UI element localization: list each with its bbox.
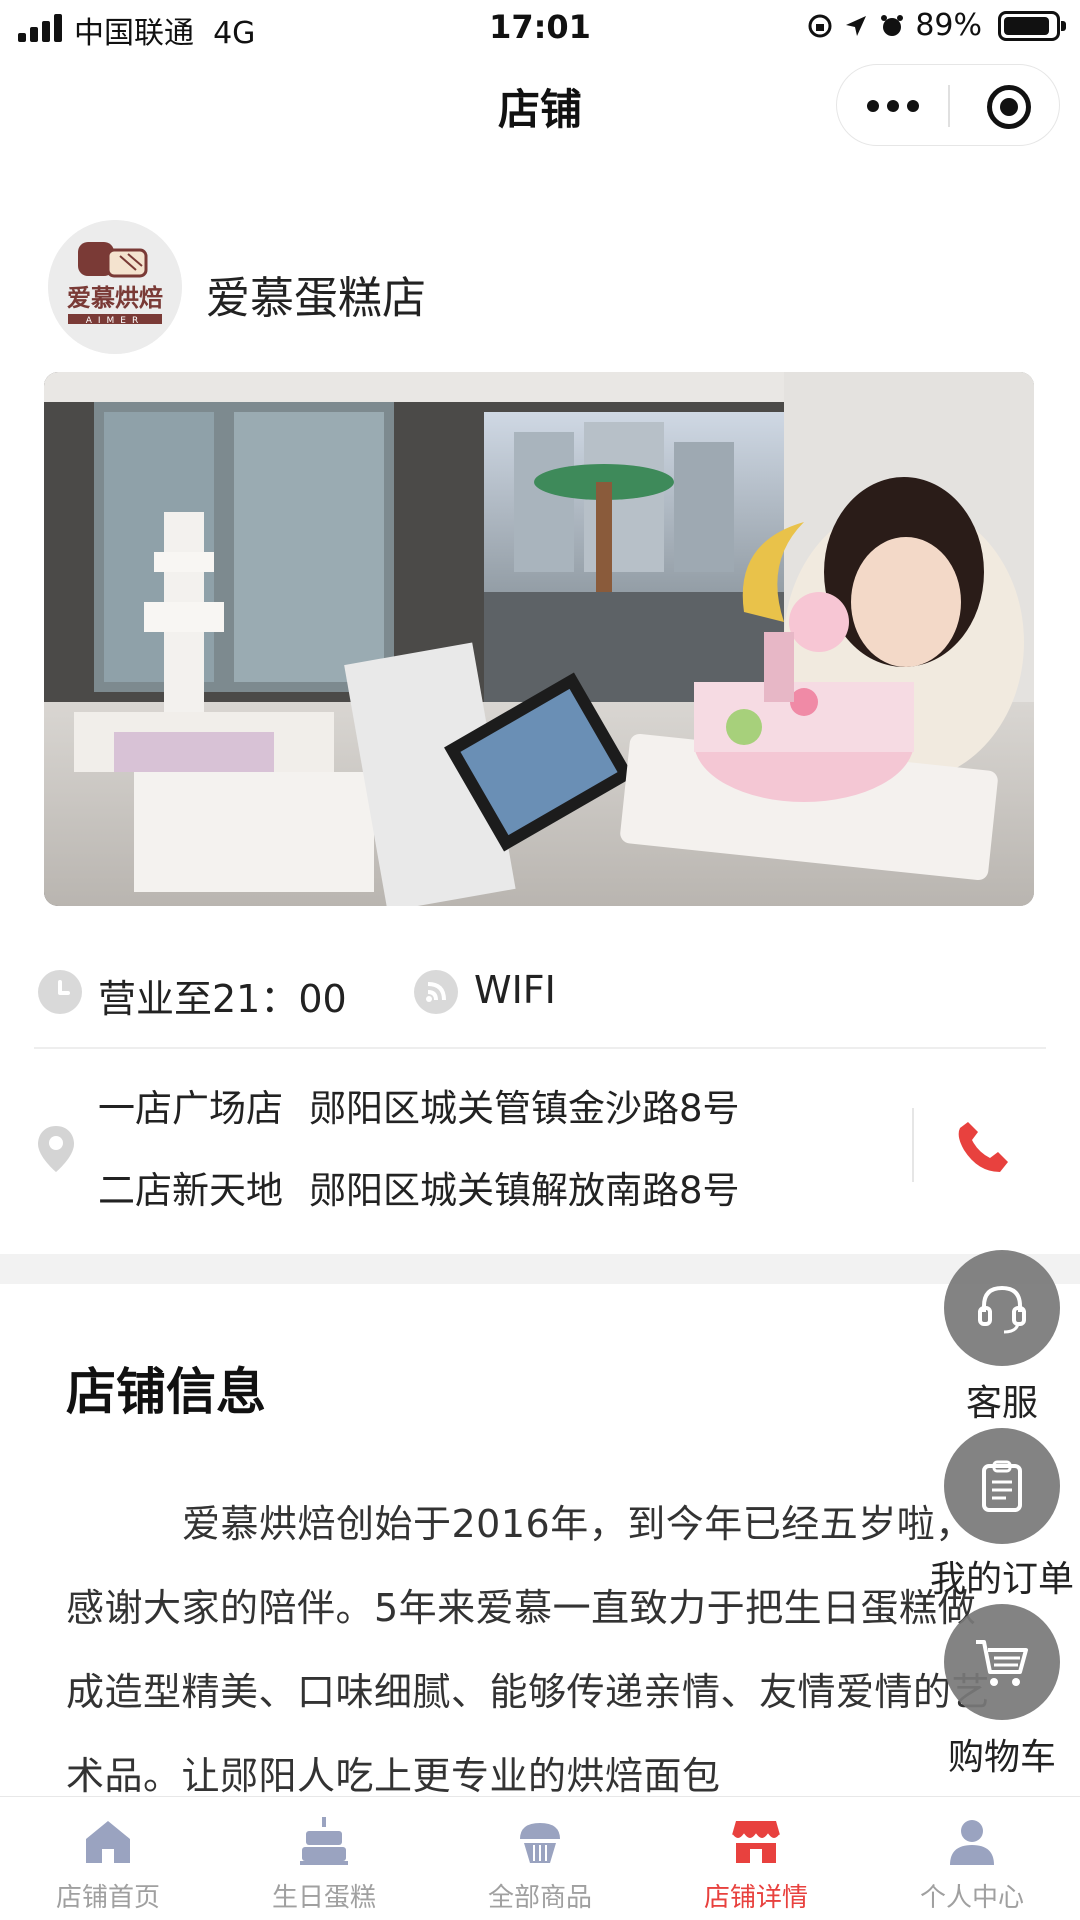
cake-icon	[300, 1817, 348, 1865]
store-icon	[731, 1821, 781, 1863]
tab-store-home[interactable]: 店铺首页	[0, 1797, 216, 1920]
my-orders-button[interactable]	[944, 1428, 1060, 1544]
tab-personal-center[interactable]: 个人中心	[864, 1797, 1080, 1920]
phone-call-icon[interactable]	[954, 1116, 1014, 1176]
capsule-divider	[948, 85, 950, 127]
section-separator	[0, 1254, 1080, 1284]
tab-birthday-cake[interactable]: 生日蛋糕	[216, 1797, 432, 1920]
address-line-1[interactable]: 一店广场店 郧阳区城关管镇金沙路8号	[98, 1078, 740, 1132]
location-pin-icon	[38, 1126, 74, 1172]
logo-wordmark: 爱慕烘焙	[67, 284, 163, 312]
business-hours: 营业至21：00	[98, 977, 347, 1021]
phone-divider	[912, 1108, 914, 1182]
headset-icon	[978, 1285, 1026, 1334]
cupcake-icon	[520, 1823, 560, 1863]
my-orders-label: 我的订单	[929, 1559, 1074, 1600]
tab-label: 店铺首页	[55, 1883, 160, 1913]
tab-all-products[interactable]: 全部商品	[432, 1797, 648, 1920]
location-arrow-icon	[846, 15, 867, 36]
home-icon	[86, 1821, 130, 1863]
store-info-heading: 店铺信息	[66, 1363, 266, 1421]
clock-icon	[38, 970, 82, 1014]
wifi-icon	[414, 970, 458, 1014]
tab-label: 全部商品	[487, 1883, 592, 1913]
bottom-tab-bar: 店铺首页 生日蛋糕 全部商品 店铺详情 个人中心	[0, 1796, 1080, 1920]
tab-label: 店铺详情	[703, 1883, 808, 1913]
wifi-label: WIFI	[474, 968, 556, 1012]
rotation-lock-icon	[808, 14, 832, 37]
shopping-cart-button[interactable]	[944, 1604, 1060, 1720]
alarm-icon	[881, 14, 904, 36]
store-intro-text: 爱慕烘焙创始于2016年，到今年已经五岁啦，感谢大家的陪伴。5年来爱慕一直致力于…	[66, 1502, 991, 1798]
store-banner-photo[interactable]	[44, 372, 1034, 906]
tab-store-details[interactable]: 店铺详情	[648, 1797, 864, 1920]
divider	[34, 1047, 1046, 1049]
user-icon	[950, 1820, 994, 1865]
customer-service-button[interactable]	[944, 1250, 1060, 1366]
hours-wifi-row: 营业至21：00 WIFI	[0, 960, 1080, 1030]
target-close-icon[interactable]	[987, 85, 1031, 129]
store-logo: 爱慕烘焙 AIMER	[48, 220, 182, 354]
mini-program-capsule	[836, 64, 1060, 146]
shopping-cart-label: 购物车	[947, 1737, 1056, 1778]
tab-label: 生日蛋糕	[271, 1883, 376, 1913]
clipboard-icon	[982, 1460, 1022, 1512]
more-dots-icon[interactable]	[837, 65, 948, 147]
battery-percent: 89%	[915, 8, 982, 43]
store-name: 爱慕蛋糕店	[206, 273, 426, 324]
tab-label: 个人中心	[919, 1883, 1024, 1913]
status-bar: 中国联通 4G 17:01 89%	[0, 0, 1080, 56]
logo-subtext: AIMER	[86, 316, 145, 326]
cart-icon	[976, 1640, 1028, 1686]
status-right: 89%	[807, 8, 1066, 43]
customer-service-label: 客服	[965, 1383, 1038, 1424]
address-line-2[interactable]: 二店新天地 郧阳区城关镇解放南路8号	[98, 1160, 740, 1214]
battery-icon	[998, 10, 1066, 41]
